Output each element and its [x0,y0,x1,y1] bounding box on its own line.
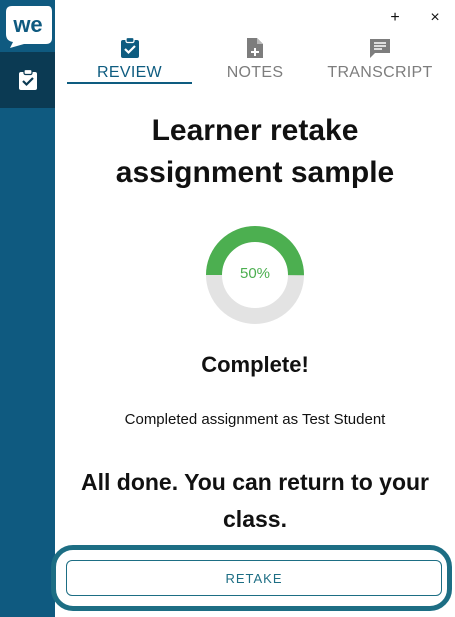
assignment-title-line2: assignment sample [115,156,395,189]
completed-by-text: Completed assignment as Test Student [124,411,386,428]
sidebar: we [0,0,55,617]
done-message-line2: class. [223,506,287,532]
assignment-title: Learner retake assignment sample [55,110,455,194]
clipboard-check-icon [18,69,37,90]
tab-notes-label: NOTES [226,64,284,81]
status-heading: Complete! [201,352,309,377]
chat-transcript-icon [370,39,390,58]
note-add-icon [247,38,263,58]
progress-percent: 50% [239,265,271,282]
we-logo: we [6,6,52,48]
tab-notes[interactable]: NOTES [205,32,305,86]
tab-transcript[interactable]: TRANSCRIPT [320,32,440,86]
tab-review-label: REVIEW [97,64,162,81]
sidebar-item-review[interactable] [0,52,55,108]
done-message-line1: All done. You can return to your [80,469,429,495]
done-message: All done. You can return to your class. [65,464,445,538]
retake-button[interactable]: RETAKE [66,560,442,596]
active-tab-indicator [67,82,192,84]
assignment-title-line1: Learner retake [151,114,359,147]
tab-review[interactable]: REVIEW [67,32,192,86]
close-button[interactable]: × [425,8,445,28]
logo-text: we [12,12,42,37]
tab-transcript-label: TRANSCRIPT [327,64,433,81]
clipboard-check-icon [120,37,139,58]
add-button[interactable]: + [385,8,405,28]
tab-bar: REVIEW NOTES TRANSCRIPT [55,32,455,88]
